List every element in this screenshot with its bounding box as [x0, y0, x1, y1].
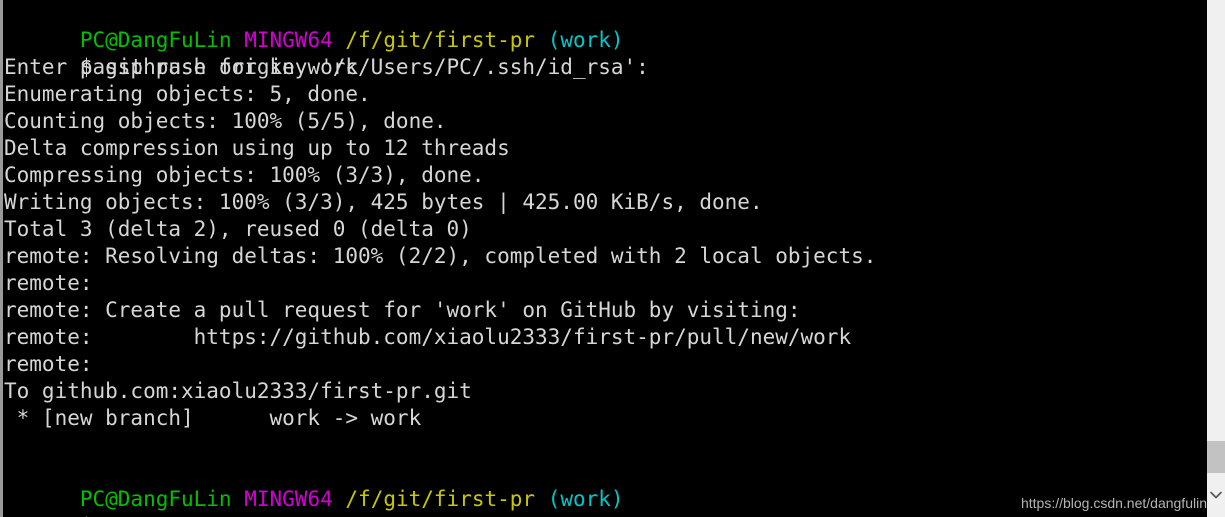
prompt-path: /f/git/first-pr	[345, 487, 536, 511]
output-line: remote:	[4, 271, 93, 295]
prompt-shell-name: MINGW64	[244, 487, 333, 511]
terminal-window: PC@DangFuLin MINGW64 /f/git/first-pr (wo…	[0, 0, 1225, 517]
prompt-line-bottom: PC@DangFuLin MINGW64 /f/git/first-pr (wo…	[0, 459, 1207, 511]
output-line: Writing objects: 100% (3/3), 425 bytes |…	[4, 190, 763, 214]
prompt-line-top: PC@DangFuLin MINGW64 /f/git/first-pr (wo…	[0, 0, 1207, 52]
output-line: Enter passphrase for key '/c/Users/PC/.s…	[4, 55, 649, 79]
output-line: Total 3 (delta 2), reused 0 (delta 0)	[4, 217, 472, 241]
terminal-output-area[interactable]: PC@DangFuLin MINGW64 /f/git/first-pr (wo…	[0, 0, 1207, 517]
output-line: Counting objects: 100% (5/5), done.	[4, 109, 447, 133]
prompt-user-host: PC@DangFuLin	[79, 28, 232, 52]
output-line: remote:	[4, 352, 93, 376]
output-line: To github.com:xiaolu2333/first-pr.git	[4, 379, 472, 403]
output-line: Delta compression using up to 12 threads	[4, 136, 510, 160]
output-line: remote: Create a pull request for 'work'…	[4, 298, 801, 322]
prompt-branch: (work)	[547, 487, 624, 511]
scrollbar-thumb[interactable]	[1207, 441, 1225, 473]
vertical-scrollbar[interactable]	[1207, 0, 1225, 517]
output-line: remote: Resolving deltas: 100% (2/2), co…	[4, 244, 877, 268]
output-line-pr-url[interactable]: remote: https://github.com/xiaolu2333/fi…	[0, 324, 1207, 351]
output-line: * [new branch] work -> work	[4, 406, 422, 430]
chevron-down-icon	[1210, 491, 1222, 499]
output-line: Compressing objects: 100% (3/3), done.	[4, 163, 485, 187]
window-left-edge	[0, 0, 3, 517]
prompt-shell-name: MINGW64	[244, 28, 333, 52]
prompt-user-host: PC@DangFuLin	[79, 487, 232, 511]
output-line-blank	[0, 432, 1207, 459]
prompt-branch: (work)	[547, 28, 624, 52]
prompt-path: /f/git/first-pr	[345, 28, 536, 52]
blog-watermark: https://blog.csdn.net/dangfulin	[1020, 495, 1207, 511]
scrollbar-down-button[interactable]	[1207, 473, 1225, 517]
output-line: Enumerating objects: 5, done.	[4, 82, 371, 106]
